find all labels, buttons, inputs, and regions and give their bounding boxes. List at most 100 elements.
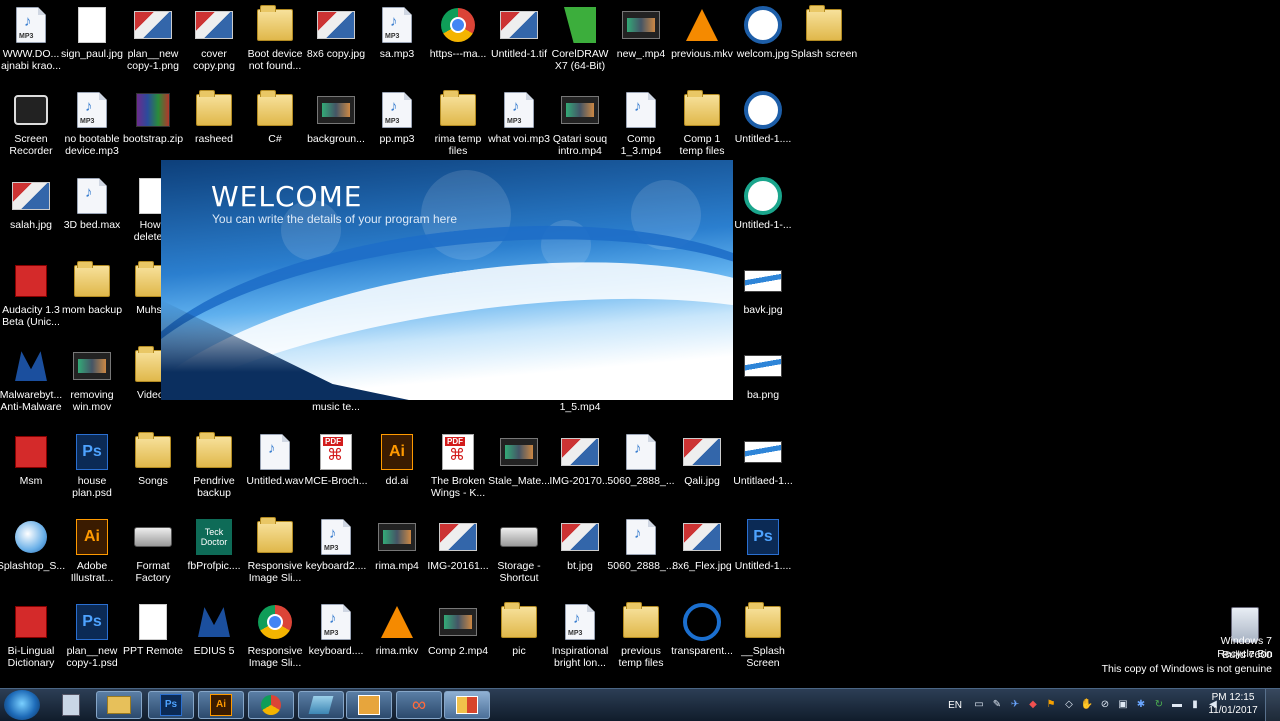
start-button[interactable]	[4, 690, 40, 720]
language-indicator[interactable]: EN	[948, 700, 962, 711]
desktop-icon[interactable]: Qali.jpg	[667, 427, 737, 509]
taskbar-active-app[interactable]	[444, 691, 490, 719]
pen-icon[interactable]: ✎	[990, 698, 1004, 712]
desktop-icon[interactable]: new_.mp4	[606, 0, 676, 82]
taskbar-calculator[interactable]	[48, 691, 94, 719]
window-icon	[456, 696, 478, 714]
desktop-icon[interactable]: Comp 1 temp files	[667, 85, 737, 167]
desktop-icon[interactable]: __Splash Screen	[728, 597, 798, 679]
desktop-icon[interactable]: previous temp files	[606, 597, 676, 679]
pdf-icon: PDF ⌘	[317, 433, 355, 471]
taskbar-chrome[interactable]	[248, 691, 294, 719]
desktop-icon[interactable]: bootstrap.zip	[118, 85, 188, 167]
desktop-icon[interactable]: Untitled-1....	[728, 85, 798, 167]
desktop-icon[interactable]: ♪ MP3 no bootable device.mp3	[57, 85, 127, 167]
desktop-icon[interactable]: Ps Untitled-1....	[728, 512, 798, 594]
wave-icon	[744, 262, 782, 300]
desktop-icon[interactable]: rima.mkv	[362, 597, 432, 679]
stop-icon[interactable]: ⊘	[1098, 698, 1112, 712]
desktop-icon[interactable]: ♪ 5060_2888_...	[606, 427, 676, 509]
corel-icon	[561, 6, 599, 44]
desktop-icon[interactable]: ♪ MP3 sa.mp3	[362, 0, 432, 82]
red-icon	[12, 262, 50, 300]
desktop-icon[interactable]: PPT Remote	[118, 597, 188, 679]
desktop-icon-label: Untitled-1-...	[734, 218, 792, 231]
bird-icon[interactable]: ✈	[1008, 698, 1022, 712]
desktop-icon[interactable]: ♪ 5060_2888_...	[606, 512, 676, 594]
desktop-icon[interactable]: mom backup	[57, 256, 127, 338]
desktop-icon[interactable]: ♪ MP3 keyboard2....	[301, 512, 371, 594]
desktop-icon[interactable]: IMG-20170...	[545, 427, 615, 509]
file-icon: ♪	[622, 433, 660, 471]
ringteal-icon	[744, 176, 782, 215]
desktop-icon[interactable]: ♪ Untitled.wav	[240, 427, 310, 509]
desktop-icon[interactable]: rima.mp4	[362, 512, 432, 594]
desktop-icon[interactable]: bavk.jpg	[728, 256, 798, 338]
img-icon	[683, 433, 721, 471]
update-icon[interactable]: ↻	[1152, 698, 1166, 712]
desktop-icon[interactable]: ba.png	[728, 341, 798, 423]
desktop-icon[interactable]: PDF ⌘ MCE-Broch...	[301, 427, 371, 509]
desktop-icon[interactable]: Responsive Image Sli...	[240, 597, 310, 679]
folder-icon	[73, 260, 111, 300]
desktop-icon[interactable]: Splash screen	[789, 0, 859, 82]
hand-icon[interactable]: ✋	[1080, 698, 1094, 712]
shield-icon[interactable]: ◇	[1062, 698, 1076, 712]
desktop-icon[interactable]: CorelDRAW X7 (64-Bit)	[545, 0, 615, 82]
desktop-icon[interactable]: rima temp files	[423, 85, 493, 167]
desktop-icon[interactable]: Ps house plan.psd	[57, 427, 127, 509]
flag-icon[interactable]: ⚑	[1044, 698, 1058, 712]
display-icon[interactable]: ▬	[1170, 698, 1184, 712]
img-icon	[500, 6, 538, 44]
desktop-icon[interactable]: backgroun...	[301, 85, 371, 167]
desktop-icon[interactable]: rasheed	[179, 85, 249, 167]
desktop-icon[interactable]: Storage - Shortcut	[484, 512, 554, 594]
desktop-icon[interactable]: Pendrive backup	[179, 427, 249, 509]
desktop-icon[interactable]: 8x6_Flex.jpg	[667, 512, 737, 594]
taskbar-app[interactable]: ∞	[396, 691, 442, 719]
desktop-icon[interactable]: ♪ MP3 keyboard....	[301, 597, 371, 679]
desktop-icon[interactable]: PDF ⌘ The Broken Wings - K...	[423, 427, 493, 509]
desktop-icon[interactable]: Ps plan__new copy-1.psd	[57, 597, 127, 679]
desktop-icon[interactable]: https---ma...	[423, 0, 493, 82]
show-desktop-button[interactable]	[1265, 689, 1280, 721]
keyboard-icon[interactable]: ▭	[972, 698, 986, 712]
splash-screen-window[interactable]: WELCOME You can write the details of you…	[161, 160, 733, 400]
folder-icon	[683, 90, 721, 129]
windows-watermark: Windows 7 Build 7600 This copy of Window…	[1102, 634, 1272, 676]
desktop-icon[interactable]: removing win.mov	[57, 341, 127, 423]
desktop-icon[interactable]: Untitled-1-...	[728, 171, 798, 253]
mp3-icon: ♪ MP3	[317, 603, 355, 641]
desktop-icon[interactable]: bt.jpg	[545, 512, 615, 594]
folder-icon	[195, 90, 233, 129]
clock[interactable]: PM 12:15 11/01/2017	[1208, 691, 1258, 717]
taskbar-photoshop[interactable]: Ps	[148, 691, 194, 719]
desktop-icon[interactable]: Responsive Image Sli...	[240, 512, 310, 594]
taskbar-player[interactable]	[346, 691, 392, 719]
vid-icon	[561, 91, 599, 129]
camera-icon[interactable]: ▣	[1116, 698, 1130, 712]
desktop-icon[interactable]: previous.mkv	[667, 0, 737, 82]
taskbar-explorer[interactable]	[96, 691, 142, 719]
taskbar-media[interactable]	[298, 691, 344, 719]
desktop-icon[interactable]: C#	[240, 85, 310, 167]
drive-icon	[134, 518, 172, 556]
desktop-icon[interactable]: Comp 2.mp4	[423, 597, 493, 679]
vid-icon	[439, 603, 477, 641]
tool-icon[interactable]: ◆	[1026, 698, 1040, 712]
desktop-icon[interactable]: Format Factory	[118, 512, 188, 594]
red-icon	[12, 603, 50, 641]
zip-icon	[134, 91, 172, 129]
splash-title: WELCOME	[211, 180, 363, 213]
desktop-icon[interactable]: Untitlaed-1...	[728, 427, 798, 509]
desktop-icon-label: Splash screen	[790, 48, 858, 60]
wave-icon	[744, 433, 782, 471]
desktop-icon[interactable]: 8x6 copy.jpg	[301, 0, 371, 82]
cam-icon	[12, 91, 50, 129]
desktop-icon[interactable]: Stale_Mate...	[484, 427, 554, 509]
desktop-icon[interactable]: Boot device not found...	[240, 0, 310, 82]
desktop-icon[interactable]: welcom.jpg	[728, 0, 798, 82]
taskbar-illustrator[interactable]: Ai	[198, 691, 244, 719]
network-icon[interactable]: ▮	[1188, 698, 1202, 712]
bluetooth-icon[interactable]: ✱	[1134, 698, 1148, 712]
